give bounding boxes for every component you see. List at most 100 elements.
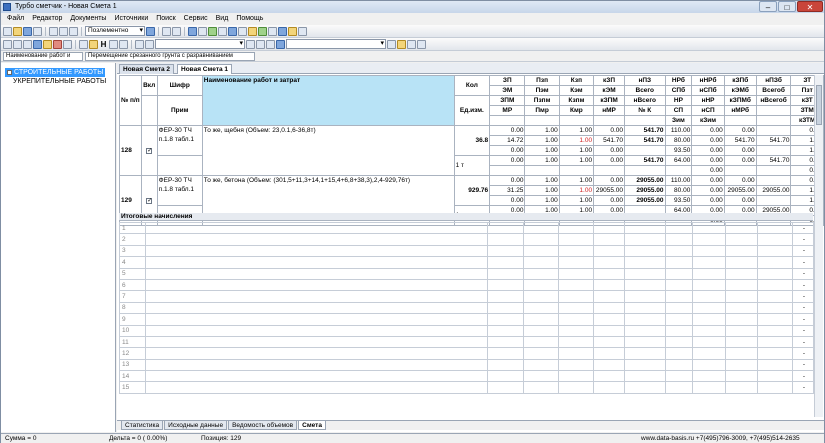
totals-cell[interactable] (725, 347, 758, 360)
value-cell[interactable]: 1.00 (558, 155, 595, 166)
check-icon[interactable]: ✓ (146, 148, 152, 154)
totals-cell[interactable] (523, 313, 559, 326)
view-icon[interactable] (33, 39, 42, 49)
totals-cell[interactable] (558, 278, 594, 292)
tab-source-data[interactable]: Исходные данные (164, 421, 228, 430)
col-mr[interactable]: МР (489, 105, 526, 116)
sum-icon[interactable] (146, 26, 155, 36)
col-kzp2[interactable]: кЗП (593, 75, 626, 86)
print-icon[interactable] (33, 26, 42, 36)
totals-cell[interactable] (757, 358, 793, 372)
totals-cell[interactable] (593, 290, 625, 303)
totals-cell[interactable] (523, 324, 559, 337)
totals-cell[interactable] (665, 324, 693, 337)
totals-cell[interactable] (558, 301, 594, 315)
totals-cell[interactable] (757, 233, 793, 246)
value-cell[interactable]: 1.00 (558, 185, 595, 196)
totals-cell[interactable] (487, 370, 524, 383)
col-pem[interactable]: Пэм (524, 85, 560, 96)
value-cell[interactable]: 0.00 (723, 125, 757, 136)
totals-cell[interactable] (487, 267, 524, 280)
value-cell[interactable]: 0.00 (691, 175, 725, 186)
totals-cell[interactable] (523, 301, 559, 315)
totals-cell[interactable] (665, 358, 693, 372)
value-cell[interactable]: 541.70 (624, 135, 666, 146)
totals-cell[interactable] (558, 233, 594, 246)
col-nsp[interactable]: нСП (691, 105, 725, 116)
col-nrb[interactable]: НРб (664, 75, 693, 86)
value-cell[interactable]: 1.00 (524, 145, 560, 156)
totals-cell[interactable] (593, 233, 625, 246)
totals-cell[interactable] (665, 267, 693, 280)
color-icon[interactable] (266, 39, 275, 49)
totals-cell[interactable] (665, 244, 693, 258)
value-cell[interactable]: 0.00 (593, 195, 626, 206)
include-checkbox[interactable]: ✓ (140, 125, 158, 176)
totals-cell[interactable] (593, 301, 625, 315)
tree-node-reinforcement[interactable]: УКРЕПИТЕЛЬНЫЕ РАБОТЫ (13, 78, 106, 85)
totals-row[interactable]: 5- (119, 267, 814, 280)
value-cell[interactable]: 0.00 (691, 145, 725, 156)
help-icon[interactable] (298, 26, 307, 36)
zoom-icon[interactable] (23, 39, 32, 49)
col-zp[interactable]: ЗП (489, 75, 526, 86)
totals-row[interactable]: 12 - (119, 347, 814, 360)
maximize-button[interactable]: □ (778, 1, 796, 12)
totals-cell[interactable] (145, 267, 488, 280)
totals-cell[interactable] (624, 233, 666, 246)
totals-cell[interactable] (624, 301, 666, 315)
totals-cell[interactable] (558, 347, 594, 360)
fill-icon[interactable] (256, 39, 265, 49)
totals-cell[interactable] (558, 381, 594, 394)
totals-cell[interactable] (487, 221, 524, 235)
outdent-icon[interactable] (145, 39, 154, 49)
totals-cell[interactable] (487, 324, 524, 337)
totals-cell[interactable] (523, 221, 559, 235)
totals-cell[interactable] (624, 370, 666, 383)
totals-cell[interactable] (624, 278, 666, 292)
value-cell[interactable]: 31.25 (489, 185, 526, 196)
totals-cell[interactable] (692, 381, 726, 394)
totals-cell[interactable] (523, 358, 559, 372)
totals-cell[interactable] (523, 256, 559, 269)
value-cell[interactable]: 0.00 (593, 175, 626, 186)
totals-cell[interactable] (593, 347, 625, 360)
totals-cell[interactable] (487, 256, 524, 269)
totals-cell[interactable] (624, 347, 666, 360)
value-cell[interactable]: 541.70 (755, 135, 792, 146)
totals-cell[interactable] (558, 290, 594, 303)
totals-row[interactable]: 3- (119, 244, 814, 258)
totals-cell[interactable] (487, 335, 524, 349)
col-qty[interactable]: Кол (453, 75, 491, 96)
col-ntotalb[interactable]: нВсегоб (755, 95, 792, 106)
menu-help[interactable]: Помощь (236, 13, 263, 24)
copy-icon[interactable] (59, 26, 68, 36)
col-incl[interactable]: Вкл (140, 75, 158, 96)
totals-cell[interactable] (624, 267, 666, 280)
tab-estimate[interactable]: Смета (298, 421, 326, 430)
totals-cell[interactable] (487, 381, 524, 394)
totals-cell[interactable] (725, 358, 758, 372)
value-cell[interactable]: 0.00 (723, 145, 757, 156)
totals-cell[interactable] (665, 313, 693, 326)
totals-cell[interactable] (692, 301, 726, 315)
totals-cell[interactable] (487, 301, 524, 315)
col-code[interactable]: Шифр (156, 75, 203, 96)
value-cell[interactable]: 541.70 (723, 135, 757, 146)
col-name[interactable]: Наименование работ и затрат (201, 75, 455, 126)
totals-cell[interactable] (593, 335, 625, 349)
totals-row[interactable]: 15 - (119, 381, 814, 394)
item-code[interactable]: ФЕР-30 ТЧ п.1.8 табл.1 (156, 125, 203, 156)
item-code[interactable]: ФЕР-30 ТЧ п.1.8 табл.1 (156, 175, 203, 206)
totals-cell[interactable] (725, 313, 758, 326)
totals-cell[interactable] (593, 221, 625, 235)
grid-icon[interactable] (238, 26, 247, 36)
totals-cell[interactable] (487, 347, 524, 360)
menu-sources[interactable]: Источники (114, 13, 148, 24)
totals-cell[interactable] (523, 335, 559, 349)
value-cell[interactable]: 0.00 (489, 145, 526, 156)
table-icon[interactable] (119, 39, 128, 49)
totals-cell[interactable] (593, 244, 625, 258)
value-cell[interactable] (524, 165, 560, 176)
totals-cell[interactable] (692, 256, 726, 269)
